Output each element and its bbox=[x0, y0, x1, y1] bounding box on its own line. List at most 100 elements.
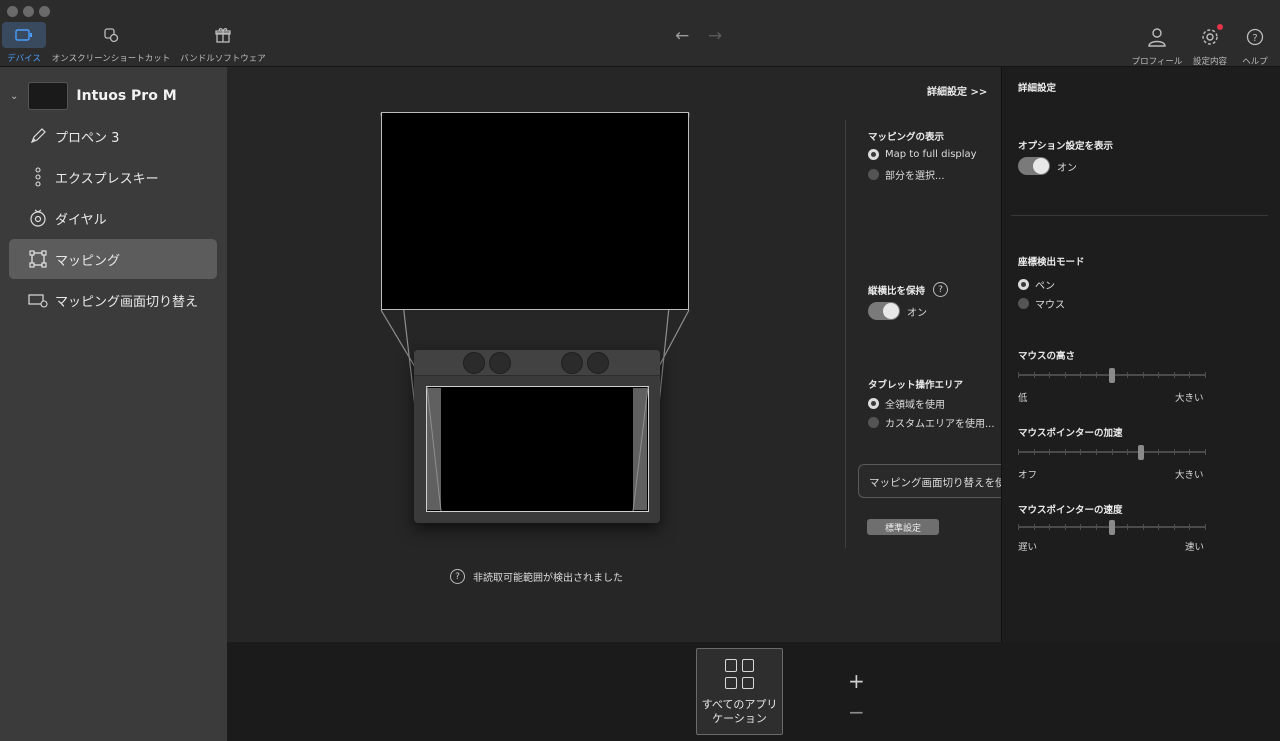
slider-tick bbox=[1205, 524, 1206, 530]
display-toggle-icon bbox=[27, 292, 49, 308]
slider-tick bbox=[1189, 449, 1190, 455]
tab-bundle-software-label: バンドルソフトウェア bbox=[180, 54, 266, 64]
slider-tick bbox=[1096, 449, 1097, 455]
slider-tick bbox=[1158, 524, 1159, 530]
slider-tick bbox=[1158, 449, 1159, 455]
slider-min-label: オフ bbox=[1018, 470, 1038, 481]
slider-tick bbox=[1065, 524, 1066, 530]
pointer-speed-slider[interactable] bbox=[1018, 520, 1206, 535]
mapping-switch-button[interactable]: マッピング画面切り替えを使 bbox=[858, 464, 1001, 498]
slider-tick bbox=[1034, 372, 1035, 378]
slider-tick bbox=[1080, 372, 1081, 378]
tab-onscreen-shortcut[interactable]: オンスクリーンショートカット bbox=[52, 22, 170, 64]
sidebar-item-label: エクスプレスキー bbox=[55, 171, 159, 187]
back-button[interactable]: ← bbox=[675, 26, 689, 46]
zoom-window-button[interactable] bbox=[39, 6, 50, 17]
slider-tick bbox=[1189, 524, 1190, 530]
settings-label: 設定内容 bbox=[1192, 57, 1227, 67]
radio-custom-area[interactable]: カスタムエリアを使用... bbox=[868, 415, 995, 430]
tab-device[interactable]: デバイス bbox=[2, 22, 46, 64]
mapping-icon bbox=[27, 250, 49, 268]
show-options-toggle[interactable] bbox=[1018, 157, 1050, 175]
close-window-button[interactable] bbox=[7, 6, 18, 17]
question-icon[interactable]: ? bbox=[450, 569, 465, 584]
forward-button[interactable]: → bbox=[708, 26, 722, 46]
settings-button[interactable]: 設定内容 bbox=[1190, 24, 1230, 67]
device-header[interactable]: ⌄ Intuos Pro M bbox=[10, 82, 177, 110]
display-preview bbox=[381, 112, 689, 310]
minimize-window-button[interactable] bbox=[23, 6, 34, 17]
divider bbox=[1011, 215, 1268, 216]
slider-thumb[interactable] bbox=[1138, 445, 1144, 460]
radio-button[interactable] bbox=[868, 417, 879, 428]
slider-tick bbox=[1034, 449, 1035, 455]
slider-tick bbox=[1112, 449, 1113, 455]
sidebar-item-express-keys[interactable]: エクスプレスキー bbox=[9, 157, 217, 197]
tablet-key bbox=[561, 352, 583, 374]
help-button[interactable]: ? ヘルプ bbox=[1240, 24, 1270, 67]
radio-select-portion[interactable]: 部分を選択... bbox=[868, 167, 945, 182]
radio-label: Map to full display bbox=[885, 149, 977, 160]
sidebar-item-pro-pen[interactable]: プロペン 3 bbox=[9, 116, 217, 156]
slider-max-label: 大きい bbox=[1175, 393, 1204, 404]
radio-button[interactable] bbox=[868, 169, 879, 180]
pointer-accel-slider[interactable] bbox=[1018, 445, 1206, 460]
slider-tick bbox=[1189, 372, 1190, 378]
pointer-accel-title: マウスポインターの加速 bbox=[1018, 428, 1123, 439]
default-button[interactable]: 標準設定 bbox=[867, 519, 939, 535]
slider-tick bbox=[1096, 524, 1097, 530]
pen-icon bbox=[27, 127, 49, 145]
device-name: Intuos Pro M bbox=[76, 88, 177, 104]
profile-icon bbox=[1148, 24, 1166, 50]
mapping-display-title: マッピングの表示 bbox=[868, 132, 945, 143]
sidebar-item-dial[interactable]: ダイヤル bbox=[9, 198, 217, 238]
app-label-line2: ケーション bbox=[712, 712, 767, 725]
slider-thumb[interactable] bbox=[1109, 520, 1115, 535]
all-applications-tile[interactable]: すべてのアプリ ケーション bbox=[696, 648, 783, 735]
radio-pen-mode[interactable]: ペン bbox=[1018, 277, 1055, 292]
radio-label: 部分を選択... bbox=[885, 171, 945, 182]
divider bbox=[845, 120, 846, 548]
mouse-height-title: マウスの高さ bbox=[1018, 351, 1076, 362]
notification-badge bbox=[1217, 24, 1223, 30]
add-application-button[interactable]: + bbox=[848, 669, 865, 693]
tab-bundle-software[interactable]: バンドルソフトウェア bbox=[180, 22, 266, 64]
sidebar-item-label: マッピング bbox=[55, 253, 121, 269]
radio-button[interactable] bbox=[1018, 279, 1029, 290]
tablet-active-area[interactable] bbox=[426, 386, 649, 512]
show-options-toggle-row[interactable]: オン bbox=[1018, 157, 1077, 175]
slider-tick bbox=[1174, 524, 1175, 530]
help-icon: ? bbox=[1246, 24, 1264, 50]
slider-min-label: 遅い bbox=[1018, 542, 1038, 553]
profile-button[interactable]: プロフィール bbox=[1130, 24, 1184, 67]
slider-tick bbox=[1096, 372, 1097, 378]
pointer-speed-title: マウスポインターの速度 bbox=[1018, 505, 1123, 516]
slider-tick bbox=[1127, 372, 1128, 378]
slider-tick bbox=[1049, 524, 1050, 530]
radio-button[interactable] bbox=[868, 398, 879, 409]
settings-gear-icon bbox=[1200, 24, 1223, 50]
aspect-ratio-toggle[interactable] bbox=[868, 302, 900, 320]
radio-mouse-mode[interactable]: マウス bbox=[1018, 296, 1065, 311]
radio-button[interactable] bbox=[1018, 298, 1029, 309]
radio-button[interactable] bbox=[868, 149, 879, 160]
gift-icon bbox=[201, 22, 245, 48]
device-icon bbox=[2, 22, 46, 48]
unreadable-area-left bbox=[427, 388, 441, 510]
aspect-ratio-toggle-row[interactable]: オン bbox=[868, 302, 927, 320]
radio-use-full-area[interactable]: 全領域を使用 bbox=[868, 396, 945, 411]
remove-application-button[interactable]: − bbox=[848, 700, 865, 724]
slider-tick bbox=[1049, 449, 1050, 455]
radio-map-full-display[interactable]: Map to full display bbox=[868, 149, 977, 160]
tablet-area-title: タブレット操作エリア bbox=[868, 380, 964, 391]
mouse-height-slider[interactable] bbox=[1018, 368, 1206, 383]
sidebar-item-display-toggle[interactable]: マッピング画面切り替え bbox=[9, 280, 217, 320]
advanced-settings-link[interactable]: 詳細設定 >> bbox=[927, 83, 987, 98]
sidebar-item-mapping[interactable]: マッピング bbox=[9, 239, 217, 279]
help-icon[interactable]: ? bbox=[933, 282, 949, 297]
svg-text:?: ? bbox=[1252, 33, 1257, 44]
slider-tick bbox=[1034, 524, 1035, 530]
app-label-line1: すべてのアプリ bbox=[701, 698, 778, 711]
slider-thumb[interactable] bbox=[1109, 368, 1115, 383]
slider-max-label: 速い bbox=[1185, 542, 1205, 553]
